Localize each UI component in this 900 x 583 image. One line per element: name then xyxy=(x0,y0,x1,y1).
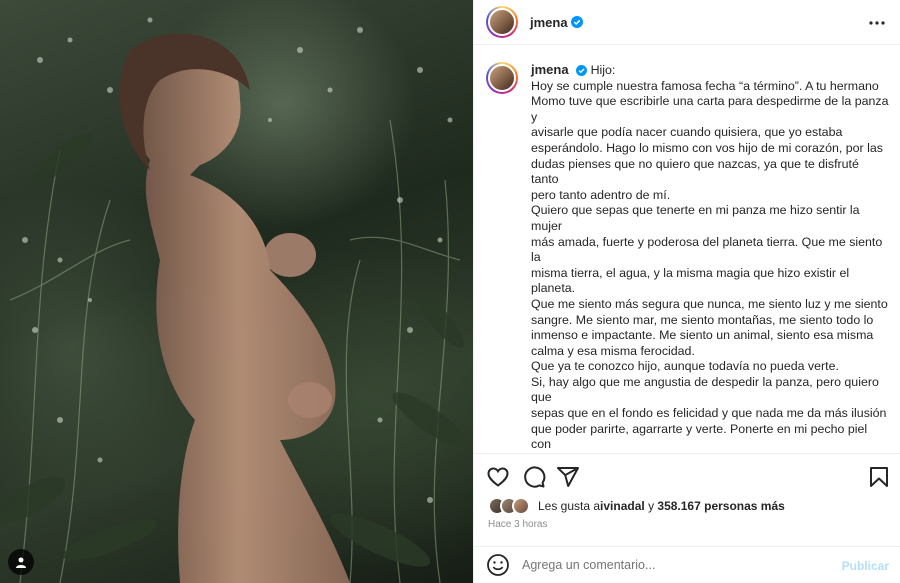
verified-badge-icon xyxy=(575,65,587,76)
caption-line: avisarle que podía nacer cuando quisiera… xyxy=(531,125,843,140)
caption-avatar[interactable] xyxy=(486,62,518,94)
caption-row: jmena Hijo: Hoy se cumple nuestra famosa … xyxy=(486,62,889,452)
caption-line: Que me siento más segura que nunca, me s… xyxy=(531,296,888,311)
caption-line: Quiero que sepas que tenerte en mi panza… xyxy=(531,203,863,233)
action-bar xyxy=(474,453,900,493)
caption-username[interactable]: jmena xyxy=(531,62,569,77)
post-image[interactable] xyxy=(0,0,473,583)
likes-count[interactable]: 358.167 personas más xyxy=(657,499,784,513)
more-options-icon xyxy=(869,21,885,25)
caption-line: Hoy se cumple nuestra famosa fecha “a té… xyxy=(531,78,879,93)
caption-line: esperándolo. Hago lo mismo con vos hijo … xyxy=(531,140,883,155)
avatar xyxy=(512,497,530,515)
liker-avatars xyxy=(488,497,530,515)
comment-bar: Publicar xyxy=(474,546,900,583)
comment-input[interactable] xyxy=(522,558,822,572)
caption-text: jmena Hijo: Hoy se cumple nuestra famosa … xyxy=(531,62,889,452)
publish-button[interactable]: Publicar xyxy=(842,559,889,573)
caption-line: sangre. Me siento mar, me siento montaña… xyxy=(531,312,874,327)
likes-summary[interactable]: Les gusta a ivinadal y 358.167 personas … xyxy=(488,497,785,515)
caption-line: dudas pienses que no quiero que nazcas, … xyxy=(531,156,863,187)
post-header: jmena xyxy=(474,0,900,45)
avatar[interactable] xyxy=(486,6,518,38)
more-options-button[interactable] xyxy=(867,13,887,33)
heart-icon[interactable] xyxy=(486,465,510,489)
caption-first-line: Hijo: xyxy=(590,63,616,77)
likes-joiner: y xyxy=(644,499,658,513)
caption-line: Si, hay algo que me angustia de despedir… xyxy=(531,374,883,405)
caption-body: Hoy se cumple nuestra famosa fecha “a té… xyxy=(531,79,889,452)
caption-line: más amada, fuerte y poderosa del planeta… xyxy=(531,234,886,265)
comment-icon[interactable] xyxy=(522,465,546,489)
likes-user[interactable]: ivinadal xyxy=(600,499,645,513)
caption-line: Momo tuve que escribirle una carta para … xyxy=(531,94,892,124)
bookmark-icon[interactable] xyxy=(867,465,891,489)
caption-line: que poder parirte, agarrarte y verte. Po… xyxy=(531,421,871,452)
caption-line: Que ya te conozco hijo, aunque todavía n… xyxy=(531,359,839,374)
post-timestamp[interactable]: Hace 3 horas xyxy=(488,519,547,530)
send-icon[interactable] xyxy=(556,465,580,489)
caption-line: inmenso e impactante. Me siento un anima… xyxy=(531,328,874,343)
likes-prefix: Les gusta a xyxy=(538,499,601,513)
caption-line: sepas que en el fondo es felicidad y que… xyxy=(531,406,887,421)
post-sidebar: jmena jmena Hijo: Hoy se cumple nuestra f… xyxy=(473,0,900,583)
caption-line: misma tierra, el agua, y la misma magia … xyxy=(531,265,853,296)
caption-line: calma y esa misma ferocidad. xyxy=(531,343,695,358)
user-tag-button[interactable] xyxy=(8,549,34,575)
caption-section: jmena Hijo: Hoy se cumple nuestra famosa … xyxy=(474,46,900,452)
caption-line: pero tanto adentro de mí. xyxy=(531,187,671,202)
header-username[interactable]: jmena xyxy=(530,15,568,30)
emoji-icon[interactable] xyxy=(486,553,510,577)
verified-badge-icon xyxy=(570,16,583,28)
pregnant-woman-figure xyxy=(119,33,350,583)
user-tag-icon xyxy=(16,557,26,568)
